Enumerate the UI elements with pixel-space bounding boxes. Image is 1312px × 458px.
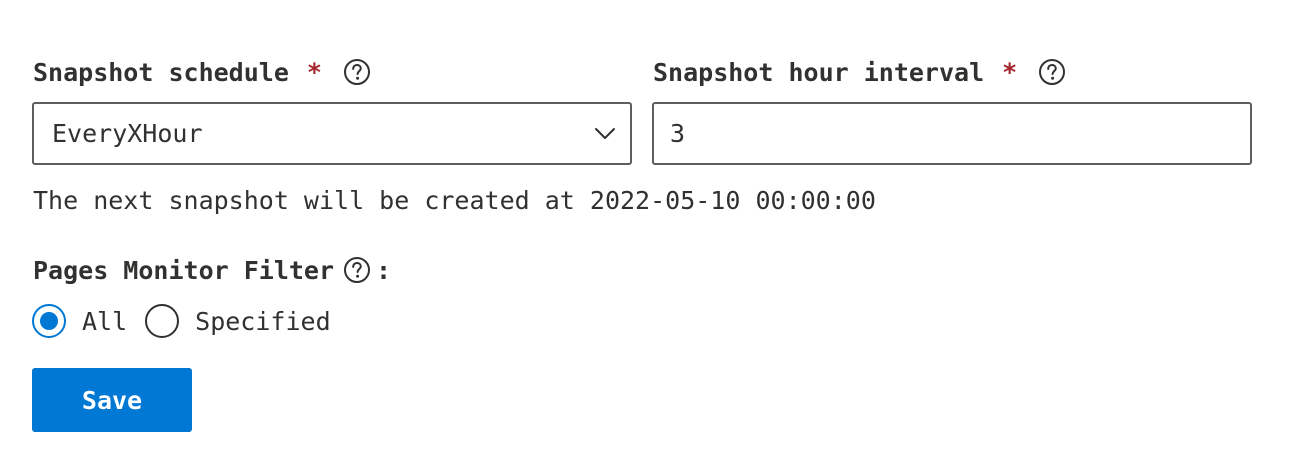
snapshot-interval-input[interactable] [670, 119, 1250, 148]
snapshot-interval-label: Snapshot hour interval * [653, 52, 1067, 92]
snapshot-schedule-dropdown[interactable]: EveryXHour [32, 102, 632, 165]
snapshot-interval-field [652, 102, 1252, 165]
radio-option-all[interactable]: All [32, 304, 127, 338]
radio-dot-icon [40, 312, 58, 330]
help-icon[interactable] [342, 57, 372, 87]
help-icon[interactable] [342, 255, 372, 285]
radio-button-checked[interactable] [32, 304, 66, 338]
radio-label-specified: Specified [195, 306, 331, 336]
chevron-down-icon [594, 127, 616, 141]
pages-monitor-filter-label-suffix: : [376, 255, 392, 285]
snapshot-interval-label-text: Snapshot hour interval [653, 57, 985, 87]
pages-monitor-filter-radio-group: All Specified [32, 301, 349, 341]
help-icon[interactable] [1037, 57, 1067, 87]
radio-option-specified[interactable]: Specified [145, 304, 331, 338]
snapshot-schedule-label-text: Snapshot schedule [33, 57, 289, 87]
required-marker: * [306, 57, 322, 87]
save-button[interactable]: Save [32, 368, 192, 432]
pages-monitor-filter-label-text: Pages Monitor Filter [33, 255, 335, 285]
snapshot-schedule-label: Snapshot schedule * [33, 52, 372, 92]
radio-button-unchecked[interactable] [145, 304, 180, 338]
radio-label-all: All [82, 306, 128, 336]
required-marker: * [1002, 57, 1018, 87]
snapshot-schedule-selected-value: EveryXHour [52, 119, 203, 148]
pages-monitor-filter-label: Pages Monitor Filter : [33, 250, 391, 290]
next-snapshot-info: The next snapshot will be created at 202… [33, 186, 876, 215]
